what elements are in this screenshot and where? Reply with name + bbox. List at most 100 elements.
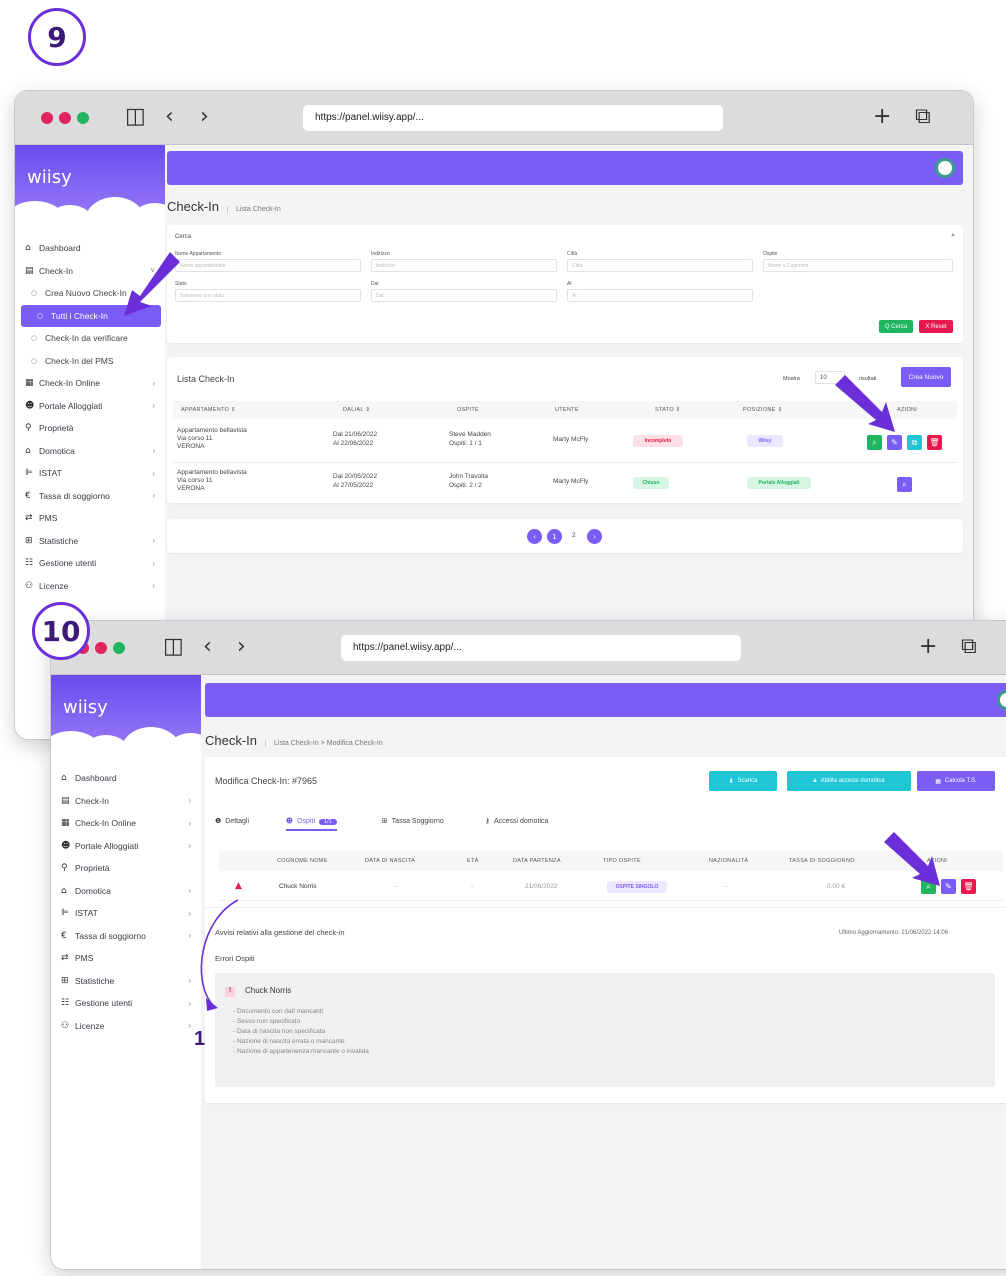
tabs-overview-icon[interactable]: ⧉ <box>915 104 931 129</box>
field-label: Stato <box>175 281 187 287</box>
view-button[interactable]: ⌕ <box>897 477 912 492</box>
sidebar-item-pms[interactable]: ⇄ PMS <box>51 947 201 970</box>
sidebar-item-portale-alloggiati[interactable]: ☻ Portale Alloggiati › <box>15 395 165 418</box>
sidebar-menu: ⌂ Dashboard ▤ Check-In › ▦ Check-In Online › ☻ Po… <box>51 767 201 1037</box>
create-new-button[interactable]: Crea Nuovo <box>901 367 951 387</box>
brand-logo[interactable]: wiisy <box>63 697 108 718</box>
minimize-dot[interactable] <box>95 642 107 654</box>
sidebar-item-tassa-di-soggiorno[interactable]: € Tassa di soggiorno › <box>15 485 165 508</box>
delete-guest-button[interactable]: 🗑︎ <box>961 879 976 894</box>
search-field-1[interactable]: Indirizzo <box>371 259 557 272</box>
sidebar-item-check-in[interactable]: ▤ Check-In › <box>51 790 201 813</box>
dates-cell: Al 27/05/2022 <box>333 482 374 489</box>
sidebar-item-istat[interactable]: ⊫ ISTAT › <box>15 462 165 485</box>
search-field-6[interactable]: Al <box>567 289 753 302</box>
sidebar-item-tutti-i-check-in[interactable]: ○ Tutti i Check-In <box>21 304 161 327</box>
sidebar-item-domotica[interactable]: ⌂ Domotica › <box>15 440 165 463</box>
calculate-tax-button[interactable]: ▦ Calcola T.S. <box>917 771 995 791</box>
forward-icon[interactable]: › <box>200 104 209 129</box>
edit-button[interactable]: ✎ <box>887 435 902 450</box>
maximize-dot[interactable] <box>113 642 125 654</box>
sidebar-item-propriet[interactable]: ⚲ Proprietà <box>15 417 165 440</box>
search-button[interactable]: Q Cerca <box>879 320 913 333</box>
view-button[interactable]: ⌕ <box>867 435 882 450</box>
sidebar-item-istat[interactable]: ⊫ ISTAT › <box>51 902 201 925</box>
sidebar-item-domotica[interactable]: ⌂ Domotica › <box>51 880 201 903</box>
page-size-select[interactable]: 10 <box>815 371 845 384</box>
edit-guest-button[interactable]: ✎ <box>941 879 956 894</box>
forward-icon[interactable]: › <box>237 634 246 659</box>
search-icon[interactable]: ⌕ <box>951 231 955 239</box>
sidebar-item-propriet[interactable]: ⚲ Proprietà <box>51 857 201 880</box>
sidebar-item-statistiche[interactable]: ⊞ Statistiche › <box>15 530 165 553</box>
sidebar-item-check-in-del-pms[interactable]: ○ Check-In del PMS <box>15 350 165 373</box>
page-2-link[interactable]: 2 <box>572 532 576 540</box>
enable-access-button[interactable]: 🔒︎ Abilita accessi domotica <box>787 771 911 791</box>
column-header[interactable]: UTENTE <box>555 407 579 413</box>
field-label: Città <box>567 251 578 257</box>
sidebar-item-dashboard[interactable]: ⌂ Dashboard <box>51 767 201 790</box>
sidebar-item-gestione-utenti[interactable]: ☷ Gestione utenti › <box>51 992 201 1015</box>
chevron-icon: › <box>188 818 191 828</box>
tab-accessi-domotica[interactable]: ⚷ Accessi domotica <box>485 817 549 825</box>
prev-page-button[interactable]: ‹ <box>527 529 542 544</box>
search-field-4[interactable]: Seleziona uno stato <box>175 289 361 302</box>
sidebar-item-portale-alloggiati[interactable]: ☻ Portale Alloggiati › <box>51 835 201 858</box>
sidebar-item-gestione-utenti[interactable]: ☷ Gestione utenti › <box>15 552 165 575</box>
search-icon: ⌕ <box>926 881 931 891</box>
page-1-button[interactable]: 1 <box>547 529 562 544</box>
view-guest-button[interactable]: ⌕ <box>921 879 936 894</box>
close-dot[interactable] <box>41 112 53 124</box>
search-field-5[interactable]: Dal <box>371 289 557 302</box>
back-icon[interactable]: ‹ <box>203 634 212 659</box>
maximize-dot[interactable] <box>77 112 89 124</box>
sidebar-toggle-icon[interactable]: ◫ <box>163 634 184 659</box>
new-tab-icon[interactable]: + <box>919 634 937 659</box>
sidebar-item-tassa-di-soggiorno[interactable]: € Tassa di soggiorno › <box>51 925 201 948</box>
back-icon[interactable]: ‹ <box>165 104 174 129</box>
next-page-button[interactable]: › <box>587 529 602 544</box>
guest-type-badge: OSPITE SINGOLO <box>607 881 667 893</box>
sidebar-item-check-in[interactable]: ▤ Check-In ˅ <box>15 260 165 283</box>
search-field-2[interactable]: Città <box>567 259 753 272</box>
sidebar-item-dashboard[interactable]: ⌂ Dashboard <box>15 237 165 260</box>
brand-logo[interactable]: wiisy <box>27 167 72 188</box>
column-header: NAZIONALITÀ <box>709 858 749 864</box>
search-field-3[interactable]: Nome o Cognome <box>763 259 953 272</box>
download-button[interactable]: ⬇ Scarica <box>709 771 777 791</box>
tab-dettagli[interactable]: ❶ Dettagli <box>215 817 249 825</box>
sidebar-item-licenze[interactable]: ⚇ Licenze › <box>15 575 165 598</box>
column-header[interactable]: DAL/AL ⇕ <box>343 407 370 413</box>
column-header[interactable]: AZIONI <box>897 407 917 413</box>
sidebar-toggle-icon[interactable]: ◫ <box>125 104 146 129</box>
sidebar-item-pms[interactable]: ⇄ PMS <box>15 507 165 530</box>
column-header[interactable]: OSPITE <box>457 407 479 413</box>
minimize-dot[interactable] <box>59 112 71 124</box>
tab-ospiti[interactable]: ☻ Ospiti 1/1 <box>285 817 337 831</box>
tabs-overview-icon[interactable]: ⧉ <box>961 634 977 659</box>
sidebar-item-check-in-online[interactable]: ▦ Check-In Online › <box>15 372 165 395</box>
copy-button[interactable]: ⧉ <box>907 435 922 450</box>
key-icon: ⚷ <box>484 817 490 825</box>
search-field-0[interactable]: Nome appartamento <box>175 259 361 272</box>
delete-button[interactable]: 🗑︎ <box>927 435 942 450</box>
sidebar-item-crea-nuovo-check-in[interactable]: ○ Crea Nuovo Check-In <box>15 282 165 305</box>
column-header[interactable]: STATO ⇕ <box>655 407 681 413</box>
address-bar[interactable]: https://panel.wiisy.app/... <box>341 635 741 661</box>
sidebar-item-statistiche[interactable]: ⊞ Statistiche › <box>51 970 201 993</box>
reset-button[interactable]: X Reset <box>919 320 953 333</box>
chevron-icon: ˅ <box>150 266 155 276</box>
sidebar-item-licenze[interactable]: ⚇ Licenze › <box>51 1015 201 1038</box>
avatar[interactable] <box>935 158 955 178</box>
divider <box>205 907 1006 908</box>
column-header: ETÀ <box>467 858 479 864</box>
new-tab-icon[interactable]: + <box>873 104 891 129</box>
column-header[interactable]: POSIZIONE ⇕ <box>743 407 782 413</box>
sidebar-item-check-in-da-verificare[interactable]: ○ Check-In da verificare <box>15 327 165 350</box>
column-header: AZIONI <box>927 858 948 864</box>
column-header[interactable]: APPARTAMENTO ⇕ <box>181 407 236 413</box>
address-bar[interactable]: https://panel.wiisy.app/... <box>303 105 723 131</box>
avatar[interactable] <box>997 690 1006 710</box>
tab-tassa-soggiorno[interactable]: ⊞ Tassa Soggiorno <box>382 817 444 825</box>
sidebar-item-check-in-online[interactable]: ▦ Check-In Online › <box>51 812 201 835</box>
